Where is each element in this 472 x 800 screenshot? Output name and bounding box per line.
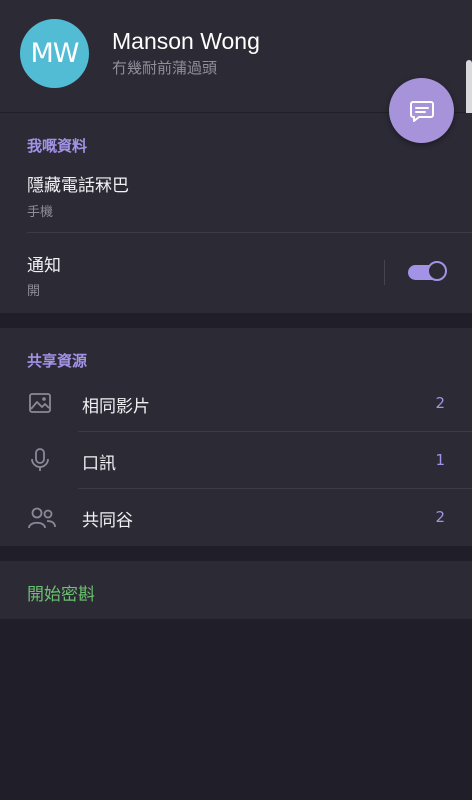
shared-item-count: 2 xyxy=(435,394,445,412)
start-secret-chat-button[interactable]: 開始密斟 xyxy=(27,580,95,605)
shared-item-label: 口訊 xyxy=(82,454,116,474)
divider xyxy=(78,431,472,432)
shared-item-media[interactable]: 相同影片 2 xyxy=(0,376,472,432)
divider xyxy=(27,232,472,233)
notifications-toggle[interactable] xyxy=(408,261,448,283)
shared-item-count: 1 xyxy=(435,451,445,469)
notifications-status: 開 xyxy=(27,284,41,299)
shared-media-section: 共享資源 相同影片 2 口訊 1 共同谷 2 xyxy=(0,328,472,546)
shared-item-voice[interactable]: 口訊 1 xyxy=(0,433,472,489)
profile-screen: MW Manson Wong 冇幾耐前蒲過頭 我嘅資料 隱藏電話冧巴 手機 通知… xyxy=(0,0,472,800)
info-section: 我嘅資料 隱藏電話冧巴 手機 通知 開 xyxy=(0,113,472,313)
phone-value: 隱藏電話冧巴 xyxy=(27,176,129,196)
phone-row[interactable]: 隱藏電話冧巴 手機 xyxy=(0,165,472,231)
microphone-icon xyxy=(31,448,49,471)
notifications-label: 通知 xyxy=(27,256,61,276)
phone-type-label: 手機 xyxy=(27,205,54,220)
group-icon xyxy=(28,507,56,529)
send-message-button[interactable] xyxy=(389,78,454,143)
divider xyxy=(78,488,472,489)
shared-item-label: 共同谷 xyxy=(82,511,133,531)
toggle-knob xyxy=(427,261,447,281)
shared-item-label: 相同影片 xyxy=(82,397,150,417)
vertical-divider xyxy=(384,260,385,285)
shared-item-groups[interactable]: 共同谷 2 xyxy=(0,490,472,546)
info-section-title: 我嘅資料 xyxy=(27,137,88,155)
image-icon xyxy=(29,393,51,413)
last-seen-status: 冇幾耐前蒲過頭 xyxy=(112,59,218,77)
secret-chat-section: 開始密斟 xyxy=(0,561,472,619)
shared-item-count: 2 xyxy=(435,508,445,526)
message-icon xyxy=(409,100,434,122)
shared-section-title: 共享資源 xyxy=(27,352,88,370)
avatar[interactable]: MW xyxy=(20,19,89,88)
profile-name: Manson Wong xyxy=(112,28,260,54)
notifications-row[interactable]: 通知 開 xyxy=(0,237,472,313)
